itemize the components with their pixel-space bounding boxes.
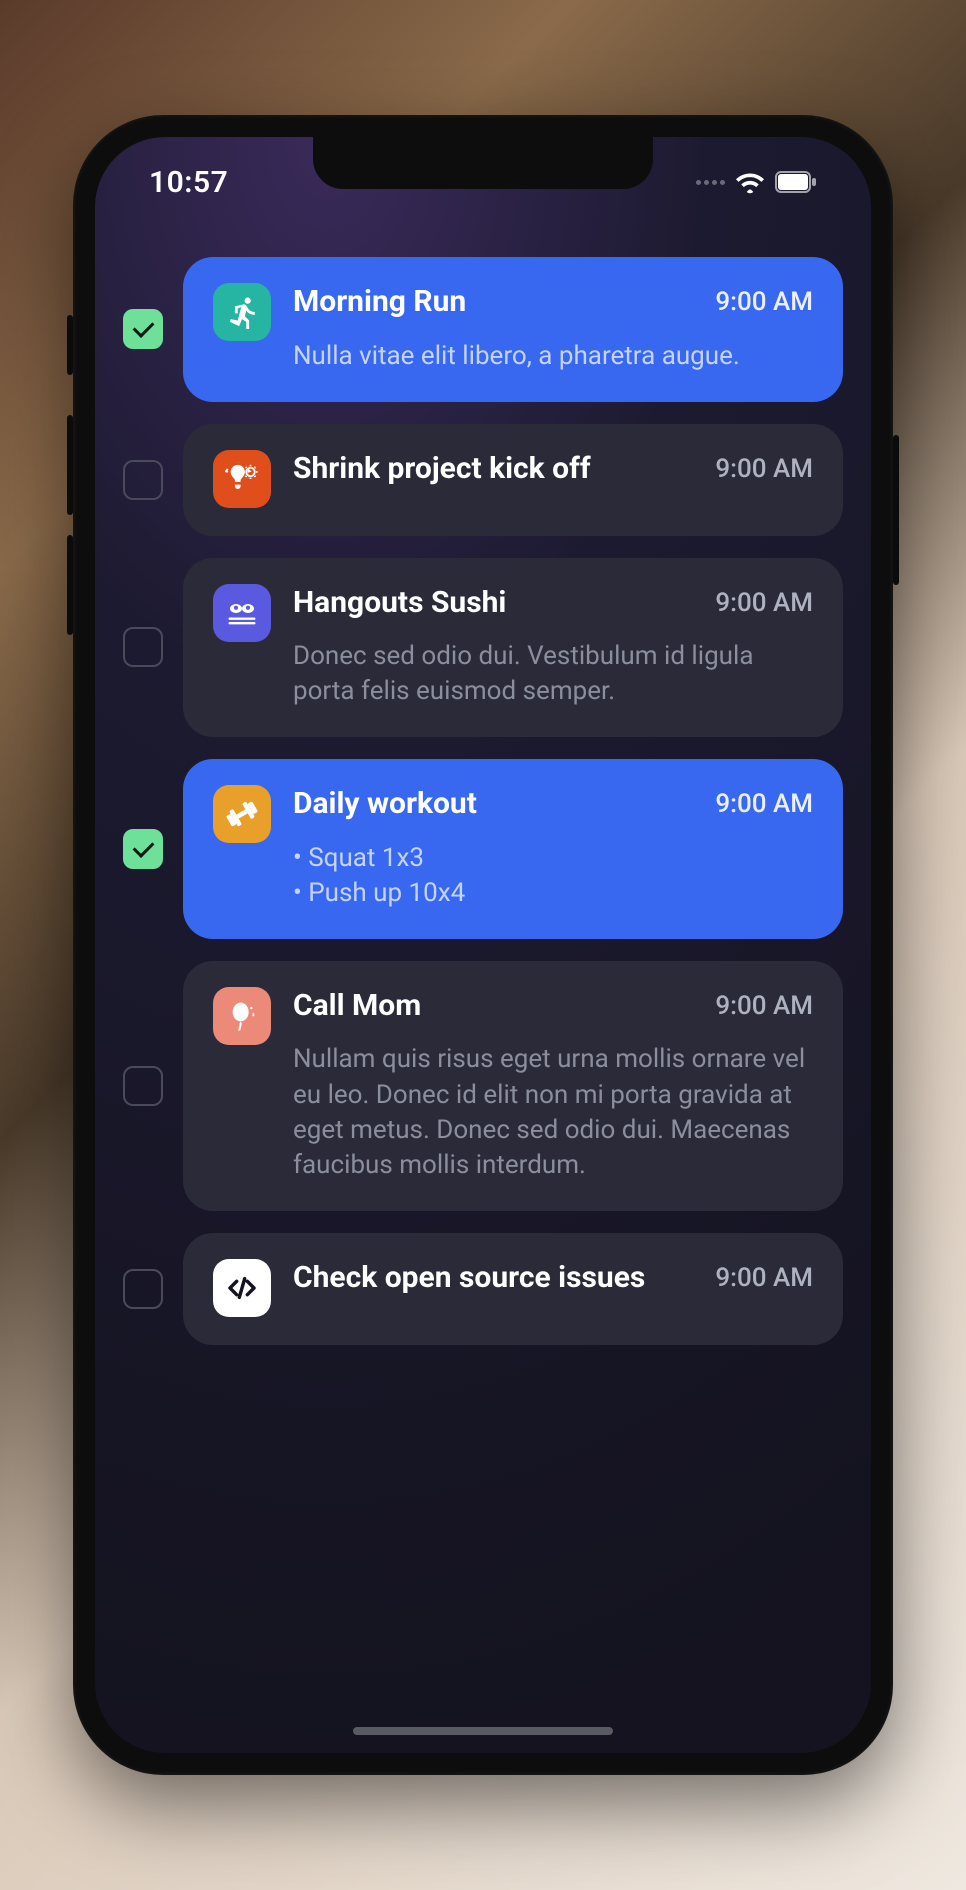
- task-card-body: Call Mom 9:00 AM Nullam quis risus eget ur…: [293, 987, 813, 1183]
- balloon-icon: [213, 987, 271, 1045]
- code-icon: [213, 1259, 271, 1317]
- task-list[interactable]: Morning Run 9:00 AM Nulla vitae elit liber…: [95, 257, 871, 1693]
- cellular-dots-icon: [696, 180, 725, 185]
- device-frame: 10:57 Morning Run 9:00 AM Nulla vitae elit…: [73, 115, 893, 1775]
- battery-icon: [775, 171, 817, 193]
- task-checkbox[interactable]: [123, 627, 163, 667]
- task-checkbox[interactable]: [123, 309, 163, 349]
- task-time: 9:00 AM: [715, 1259, 813, 1293]
- task-card[interactable]: Morning Run 9:00 AM Nulla vitae elit liber…: [183, 257, 843, 402]
- task-card[interactable]: Hangouts Sushi 9:00 AM Donec sed odio dui.…: [183, 558, 843, 738]
- wifi-icon: [735, 170, 765, 194]
- task-card-body: Check open source issues 9:00 AM: [293, 1259, 813, 1317]
- status-indicators: [696, 170, 817, 194]
- sushi-icon: [213, 584, 271, 642]
- task-row: Morning Run 9:00 AM Nulla vitae elit liber…: [123, 257, 843, 402]
- task-row: Call Mom 9:00 AM Nullam quis risus eget ur…: [123, 961, 843, 1211]
- task-time: 9:00 AM: [715, 450, 813, 484]
- task-checkbox[interactable]: [123, 1269, 163, 1309]
- screen: 10:57 Morning Run 9:00 AM Nulla vitae elit…: [95, 137, 871, 1753]
- task-card-body: Daily workout 9:00 AM Squat 1x3Push up 10x…: [293, 785, 813, 911]
- device-silent-switch: [67, 315, 73, 375]
- task-time: 9:00 AM: [715, 785, 813, 819]
- task-checkbox[interactable]: [123, 460, 163, 500]
- device-notch: [313, 137, 653, 189]
- running-icon: [213, 283, 271, 341]
- task-row: Hangouts Sushi 9:00 AM Donec sed odio dui.…: [123, 558, 843, 738]
- task-card-body: Shrink project kick off 9:00 AM: [293, 450, 813, 508]
- task-card-header: Check open source issues 9:00 AM: [293, 1259, 813, 1297]
- device-power-button: [893, 435, 899, 585]
- task-card[interactable]: Check open source issues 9:00 AM: [183, 1233, 843, 1345]
- status-time: 10:57: [149, 165, 228, 200]
- dumbbell-icon: [213, 785, 271, 843]
- device-volume-up: [67, 415, 73, 515]
- task-title: Hangouts Sushi: [293, 584, 506, 622]
- task-card-header: Daily workout 9:00 AM: [293, 785, 813, 823]
- task-title: Daily workout: [293, 785, 477, 823]
- task-description-item: Push up 10x4: [293, 876, 813, 911]
- task-time: 9:00 AM: [715, 987, 813, 1021]
- task-title: Morning Run: [293, 283, 466, 321]
- task-time: 9:00 AM: [715, 584, 813, 618]
- task-card-header: Morning Run 9:00 AM: [293, 283, 813, 321]
- task-description: Nullam quis risus eget urna mollis ornar…: [293, 1042, 813, 1182]
- task-checkbox[interactable]: [123, 1066, 163, 1106]
- task-title: Call Mom: [293, 987, 421, 1025]
- task-card[interactable]: Shrink project kick off 9:00 AM: [183, 424, 843, 536]
- task-card[interactable]: Daily workout 9:00 AM Squat 1x3Push up 10x…: [183, 759, 843, 939]
- task-time: 9:00 AM: [715, 283, 813, 317]
- task-row: Daily workout 9:00 AM Squat 1x3Push up 10x…: [123, 759, 843, 939]
- device-volume-down: [67, 535, 73, 635]
- task-description: Donec sed odio dui. Vestibulum id ligula…: [293, 639, 813, 709]
- task-card-body: Hangouts Sushi 9:00 AM Donec sed odio dui.…: [293, 584, 813, 710]
- task-title: Check open source issues: [293, 1259, 645, 1297]
- task-description-list: Squat 1x3Push up 10x4: [293, 841, 813, 911]
- task-title: Shrink project kick off: [293, 450, 591, 488]
- task-description: Nulla vitae elit libero, a pharetra augu…: [293, 339, 813, 374]
- task-row: Shrink project kick off 9:00 AM: [123, 424, 843, 536]
- home-indicator[interactable]: [353, 1727, 613, 1735]
- idea-gear-icon: [213, 450, 271, 508]
- task-card-body: Morning Run 9:00 AM Nulla vitae elit liber…: [293, 283, 813, 374]
- task-card[interactable]: Call Mom 9:00 AM Nullam quis risus eget ur…: [183, 961, 843, 1211]
- task-description-item: Squat 1x3: [293, 841, 813, 876]
- task-row: Check open source issues 9:00 AM: [123, 1233, 843, 1345]
- task-checkbox[interactable]: [123, 829, 163, 869]
- task-card-header: Hangouts Sushi 9:00 AM: [293, 584, 813, 622]
- task-card-header: Shrink project kick off 9:00 AM: [293, 450, 813, 488]
- task-card-header: Call Mom 9:00 AM: [293, 987, 813, 1025]
